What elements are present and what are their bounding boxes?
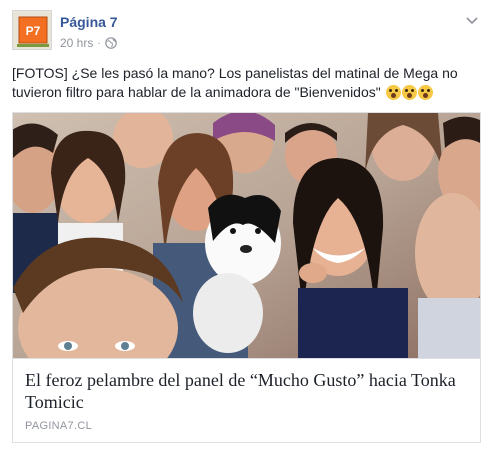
page-logo: P7 bbox=[13, 11, 51, 49]
group-selfie-photo[interactable] bbox=[13, 113, 480, 358]
post-message: [FOTOS] ¿Se les pasó la mano? Los paneli… bbox=[12, 64, 478, 102]
page-avatar[interactable]: P7 bbox=[12, 10, 52, 50]
face-screaming-emoji bbox=[385, 85, 401, 100]
globe-icon[interactable] bbox=[104, 37, 117, 49]
link-preview-card[interactable]: El feroz pelambre del panel de “Mucho Gu… bbox=[12, 112, 481, 443]
face-screaming-emoji bbox=[417, 85, 433, 100]
link-domain: PAGINA7.CL bbox=[25, 420, 92, 432]
frowning-face-emoji bbox=[401, 85, 417, 100]
chevron-down-icon[interactable] bbox=[464, 12, 480, 28]
post-meta: 20 hrs · bbox=[60, 36, 117, 50]
link-card-body[interactable]: El feroz pelambre del panel de “Mucho Gu… bbox=[13, 358, 480, 442]
page-name-link[interactable]: Página 7 bbox=[60, 14, 118, 30]
post-header: P7 Página 7 20 hrs · bbox=[12, 10, 480, 56]
link-title[interactable]: El feroz pelambre del panel de “Mucho Gu… bbox=[25, 369, 468, 413]
post-timestamp[interactable]: 20 hrs bbox=[60, 36, 93, 50]
meta-separator: · bbox=[97, 37, 101, 49]
page-logo-text: P7 bbox=[26, 24, 41, 38]
